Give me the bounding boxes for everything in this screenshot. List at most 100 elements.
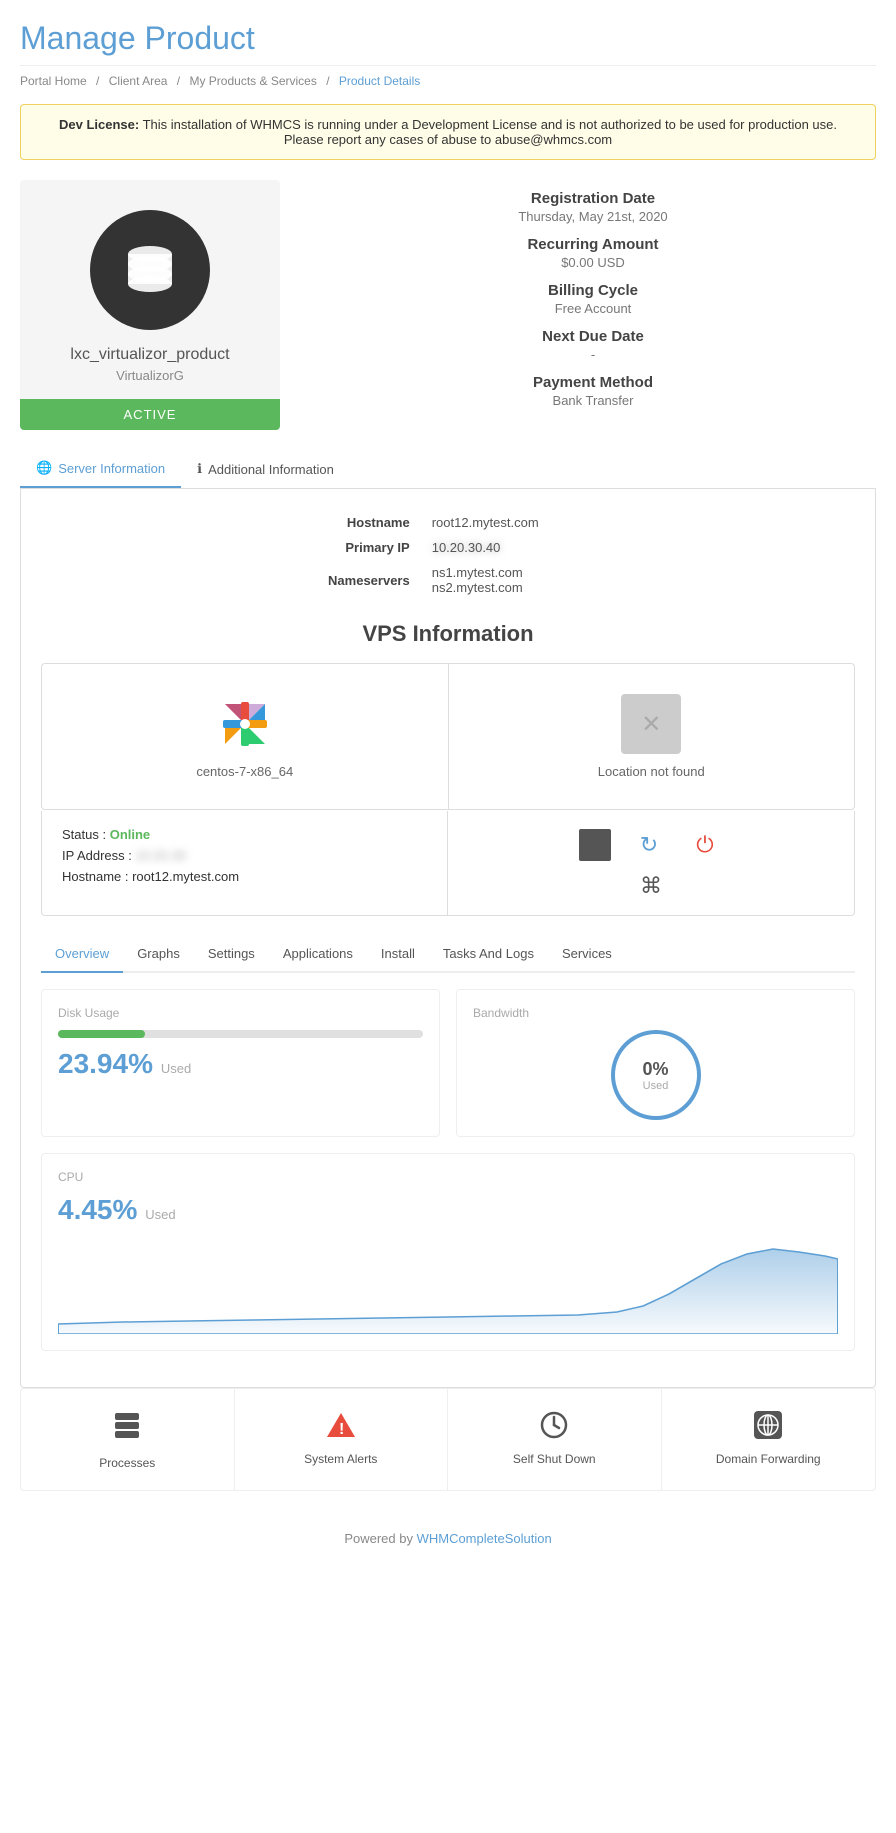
disk-usage-bar-bg [58,1030,423,1038]
ip-value: 10.20.30 [135,848,186,863]
nameserver-1: ns1.mytest.com [432,565,686,580]
stop-button[interactable] [579,829,611,861]
status-row: Status : Online [62,827,427,842]
registration-date-value: Thursday, May 21st, 2020 [310,209,876,224]
cpu-label: CPU [58,1170,838,1184]
billing-cycle-label: Billing Cycle [310,282,876,299]
nameserver-2: ns2.mytest.com [432,580,686,595]
product-provider: VirtualizorG [40,368,260,383]
bandwidth-circle: 0% Used [611,1030,701,1120]
processes-action[interactable]: Processes [21,1389,235,1490]
location-not-found-icon [621,694,681,754]
page-title: Manage Product [20,20,876,57]
vps-os-label: centos-7-x86_64 [196,764,293,779]
terminal-row: ⌘ [640,873,662,899]
tab-additional-information[interactable]: ℹ Additional Information [181,450,350,488]
disk-usage-label: Disk Usage [58,1006,423,1020]
cpu-card: CPU 4.45% Used [41,1153,855,1351]
registration-date-label: Registration Date [310,190,876,207]
payment-method-value: Bank Transfer [310,393,876,408]
vps-hostname-value: root12.mytest.com [132,869,239,884]
ip-label: IP Address : [62,848,135,863]
server-tabs: 🌐 Server Information ℹ Additional Inform… [20,450,876,489]
product-icon [90,210,210,330]
server-info-tab-label: Server Information [58,461,165,476]
hostname-row: Hostname root12.mytest.com [200,511,696,534]
hostname-value: root12.mytest.com [422,511,696,534]
product-status-badge: ACTIVE [20,399,280,430]
breadcrumb-portal-home[interactable]: Portal Home [20,74,87,88]
cpu-percent: 4.45% [58,1194,137,1225]
disk-usage-card: Disk Usage 23.94% Used [41,989,440,1137]
cpu-value-row: 4.45% Used [58,1194,838,1226]
tab-graphs[interactable]: Graphs [123,936,194,973]
ip-row: IP Address : 10.20.30 [62,848,427,863]
vps-status-left: Status : Online IP Address : 10.20.30 Ho… [42,811,448,915]
disk-usage-percent: 23.94% [58,1048,153,1079]
footer-link[interactable]: WHMCompleteSolution [417,1531,552,1546]
tab-applications[interactable]: Applications [269,936,367,973]
tab-services[interactable]: Services [548,936,626,973]
restart-button[interactable]: ↻ [631,827,667,863]
domain-forwarding-icon [752,1409,784,1444]
system-alerts-icon: ! [325,1409,357,1444]
bandwidth-percent: 0% [642,1059,668,1080]
server-info-table: Hostname root12.mytest.com Primary IP 10… [198,509,698,601]
bandwidth-card: Bandwidth 0% Used [456,989,855,1137]
disk-usage-used-label: Used [161,1061,191,1076]
cpu-used-label: Used [145,1207,175,1222]
payment-method-label: Payment Method [310,374,876,391]
product-details: Registration Date Thursday, May 21st, 20… [310,180,876,430]
product-icon-card: lxc_virtualizor_product VirtualizorG ACT… [20,180,280,430]
tab-server-information[interactable]: 🌐 Server Information [20,450,181,488]
primary-ip-label: Primary IP [200,536,420,559]
self-shutdown-action[interactable]: Self Shut Down [448,1389,662,1490]
cpu-chart [58,1234,838,1334]
vps-location-label: Location not found [598,764,705,779]
additional-info-tab-label: Additional Information [208,462,334,477]
breadcrumb: Portal Home / Client Area / My Products … [20,65,876,88]
server-info-panel: Hostname root12.mytest.com Primary IP 10… [20,489,876,1388]
tab-tasks-and-logs[interactable]: Tasks And Logs [429,936,548,973]
bottom-actions: Processes ! System Alerts Self Shut Down… [20,1388,876,1491]
vps-os-card: centos-7-x86_64 [42,664,448,809]
overview-tabs: Overview Graphs Settings Applications In… [41,936,855,973]
breadcrumb-client-area[interactable]: Client Area [109,74,168,88]
processes-icon [111,1409,143,1448]
dev-notice-text: This installation of WHMCS is running un… [139,117,837,147]
next-due-date-value: - [310,347,876,362]
vps-status-row: Status : Online IP Address : 10.20.30 Ho… [41,811,855,916]
breadcrumb-current: Product Details [339,74,420,88]
tab-install[interactable]: Install [367,936,429,973]
tab-settings[interactable]: Settings [194,936,269,973]
os-icon [215,694,275,754]
processes-label: Processes [99,1456,155,1470]
product-name: lxc_virtualizor_product [40,346,260,364]
globe-small-icon: 🌐 [36,460,52,476]
footer: Powered by WHMCompleteSolution [20,1511,876,1566]
recurring-amount-row: Recurring Amount $0.00 USD [310,236,876,270]
primary-ip-value: 10.20.30.40 [422,536,696,559]
next-due-date-label: Next Due Date [310,328,876,345]
tab-overview[interactable]: Overview [41,936,123,973]
primary-ip-row: Primary IP 10.20.30.40 [200,536,696,559]
vps-action-buttons: ↻ ⏻ [579,827,723,863]
disk-usage-bar-fill [58,1030,145,1038]
vps-grid: centos-7-x86_64 Location not found [41,663,855,810]
domain-forwarding-label: Domain Forwarding [716,1452,821,1466]
terminal-button[interactable]: ⌘ [640,873,662,899]
bandwidth-label: Bandwidth [473,1006,529,1020]
vps-actions: ↻ ⏻ ⌘ [448,811,854,915]
domain-forwarding-action[interactable]: Domain Forwarding [662,1389,876,1490]
dev-notice: Dev License: This installation of WHMCS … [20,104,876,160]
power-button[interactable]: ⏻ [687,827,723,863]
dev-notice-prefix: Dev License: [59,117,139,132]
product-header: lxc_virtualizor_product VirtualizorG ACT… [20,180,876,430]
breadcrumb-my-products[interactable]: My Products & Services [189,74,316,88]
billing-cycle-row: Billing Cycle Free Account [310,282,876,316]
system-alerts-action[interactable]: ! System Alerts [235,1389,449,1490]
nameservers-row: Nameservers ns1.mytest.com ns2.mytest.co… [200,561,696,599]
nameservers-value: ns1.mytest.com ns2.mytest.com [422,561,696,599]
payment-method-row: Payment Method Bank Transfer [310,374,876,408]
billing-cycle-value: Free Account [310,301,876,316]
